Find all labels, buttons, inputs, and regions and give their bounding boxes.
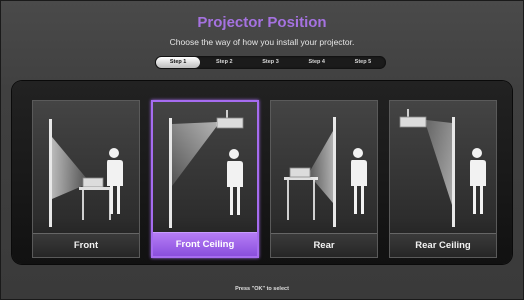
front-ceiling-projector-icon — [169, 110, 244, 228]
page-subtitle: Choose the way of how you install your p… — [169, 37, 355, 47]
option-front-ceiling[interactable]: Front Ceiling — [151, 100, 259, 258]
front-table-projector-icon — [49, 119, 123, 227]
option-label-front: Front — [33, 233, 139, 257]
page-title: Projector Position — [197, 14, 327, 31]
footer-hint: Press "OK" to select — [235, 286, 289, 292]
option-label-front-ceiling: Front Ceiling — [153, 232, 257, 256]
step-4[interactable]: Step 4 — [295, 57, 339, 68]
step-3[interactable]: Step 3 — [248, 57, 292, 68]
option-front[interactable]: Front — [32, 100, 140, 258]
option-label-rear: Rear — [271, 233, 377, 257]
rear-table-projector-icon — [284, 117, 367, 227]
step-indicator: Step 1 Step 2 Step 3 Step 4 Step 5 — [155, 56, 386, 69]
option-rear[interactable]: Rear — [270, 100, 378, 258]
option-label-rear-ceiling: Rear Ceiling — [390, 233, 496, 257]
option-rear-ceiling[interactable]: Rear Ceiling — [389, 100, 497, 258]
step-1[interactable]: Step 1 — [156, 57, 201, 68]
step-5[interactable]: Step 5 — [341, 57, 385, 68]
step-2[interactable]: Step 2 — [202, 57, 246, 68]
rear-ceiling-projector-icon — [399, 109, 486, 227]
